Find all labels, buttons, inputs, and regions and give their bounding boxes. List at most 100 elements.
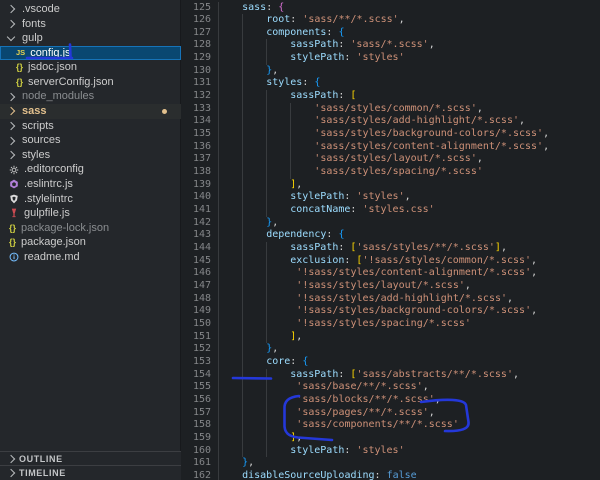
file-label: .stylelintrc xyxy=(24,192,73,205)
line-number: 159 xyxy=(192,432,211,444)
json-icon: {} xyxy=(16,62,24,73)
line-number: 140 xyxy=(192,191,211,203)
timeline-section-header[interactable]: TIMELINE xyxy=(0,465,181,480)
line-number: 160 xyxy=(192,444,211,456)
code-line-140[interactable]: stylePath: 'styles', xyxy=(218,191,600,205)
code-line-130[interactable]: }, xyxy=(218,64,600,78)
line-number: 146 xyxy=(192,267,211,279)
code-line-158[interactable]: 'sass/components/**/*.scss' xyxy=(218,419,600,433)
outline-section-header[interactable]: OUTLINE xyxy=(0,451,181,466)
file-label: config.js xyxy=(30,46,71,59)
sidebar-item-readme-md[interactable]: readme.md xyxy=(0,250,181,265)
sidebar-item-vscode-folder[interactable]: .vscode xyxy=(0,2,181,17)
line-number: 139 xyxy=(192,178,211,190)
code-line-161[interactable]: }, xyxy=(218,457,600,471)
gutter: 125 126 127 128 129 130 131 132 133 134 135 136 137 1… xyxy=(181,0,211,480)
line-number: 128 xyxy=(192,39,211,51)
sidebar-item-editorconfig[interactable]: .editorconfig xyxy=(0,162,181,177)
code-line-139[interactable]: ], xyxy=(218,178,600,192)
code-line-142[interactable]: }, xyxy=(218,216,600,230)
sidebar-item-gulp-folder[interactable]: gulp xyxy=(0,31,181,46)
code-line-145[interactable]: exclusion: ['!sass/styles/common/*.scss'… xyxy=(218,254,600,268)
json-icon: {} xyxy=(9,237,17,248)
sidebar-item-package-json[interactable]: {} package.json xyxy=(0,235,181,250)
code-line-138[interactable]: 'sass/styles/spacing/*.scss' xyxy=(218,166,600,179)
code-line-127[interactable]: components: { xyxy=(218,26,600,40)
code-line-154[interactable]: sassPath: ['sass/abstracts/**/*.scss', xyxy=(218,368,600,382)
sidebar-item-sources-folder[interactable]: sources xyxy=(0,133,181,148)
vscode-window: .vscode fonts gulp JS config.js{} jsdoc.json{… xyxy=(0,0,600,480)
sidebar-item-fonts-folder[interactable]: fonts xyxy=(0,17,181,32)
line-number: 133 xyxy=(192,102,211,114)
code-line-126[interactable]: root: 'sass/**/*.scss', xyxy=(218,14,600,27)
code-line-134[interactable]: 'sass/styles/add-highlight/*.scss', xyxy=(218,115,600,129)
git-modified-dot xyxy=(162,109,167,115)
json-icon: {} xyxy=(16,76,24,87)
code-line-155[interactable]: 'sass/base/**/*.scss', xyxy=(218,381,600,395)
code-line-129[interactable]: stylePath: 'styles' xyxy=(218,52,600,65)
line-number: 158 xyxy=(192,419,211,431)
code-line-162[interactable]: disableSourceUploading: false xyxy=(218,470,600,480)
line-number: 136 xyxy=(192,140,211,152)
sidebar-item-package-lock-json[interactable]: {} package-lock.json xyxy=(0,221,181,236)
chevron-right-icon xyxy=(6,454,16,464)
code-line-148[interactable]: '!sass/styles/add-highlight/*.scss', xyxy=(218,292,600,306)
code-line-159[interactable]: ], xyxy=(218,432,600,445)
line-number: 154 xyxy=(192,368,211,380)
line-number: 141 xyxy=(192,204,211,216)
code-area[interactable]: sass: {root: 'sass/**/*.scss', components… xyxy=(218,0,600,480)
line-number: 162 xyxy=(192,470,211,480)
code-line-157[interactable]: 'sass/pages/**/*.scss', xyxy=(218,406,600,420)
code-line-146[interactable]: '!sass/styles/content-alignment/*.scss', xyxy=(218,267,600,281)
code-line-147[interactable]: '!sass/styles/layout/*.scss', xyxy=(218,280,600,293)
code-line-133[interactable]: 'sass/styles/common/*.scss', xyxy=(218,102,600,116)
chevron-down-icon xyxy=(6,32,16,42)
code-line-131[interactable]: styles: { xyxy=(218,77,600,91)
file-label: gulp xyxy=(22,32,43,45)
sidebar-item-gulpfile-js[interactable]: gulpfile.js xyxy=(0,206,181,221)
line-number: 151 xyxy=(192,330,211,342)
line-number: 147 xyxy=(192,280,211,292)
line-number: 153 xyxy=(192,356,211,368)
sidebar-item-stylelintrc[interactable]: .stylelintrc xyxy=(0,192,181,207)
code-line-149[interactable]: '!sass/styles/background-colors/*.scss', xyxy=(218,305,600,319)
file-label: fonts xyxy=(22,17,46,30)
code-line-151[interactable]: ], xyxy=(218,330,600,344)
sidebar-item-config-js[interactable]: JS config.js xyxy=(0,45,181,61)
code-line-135[interactable]: 'sass/styles/background-colors/*.scss', xyxy=(218,128,600,141)
line-number: 143 xyxy=(192,229,211,241)
sidebar-item-eslintrc-js[interactable]: .eslintrc.js xyxy=(0,177,181,192)
line-number: 142 xyxy=(192,216,211,228)
file-label: package-lock.json xyxy=(21,221,110,234)
chevron-right-icon xyxy=(6,19,16,29)
code-line-150[interactable]: '!sass/styles/spacing/*.scss' xyxy=(218,318,600,331)
sidebar-item-jsdoc-json[interactable]: {} jsdoc.json xyxy=(0,60,181,75)
code-editor[interactable]: 125 126 127 128 129 130 131 132 133 134 135 136 137 1… xyxy=(181,0,600,480)
code-line-143[interactable]: dependency: { xyxy=(218,229,600,243)
code-line-136[interactable]: 'sass/styles/content-alignment/*.scss', xyxy=(218,140,600,154)
chevron-right-icon xyxy=(6,5,16,14)
sidebar-item-node-modules-folder[interactable]: node_modules xyxy=(0,89,181,104)
code-line-153[interactable]: core: { xyxy=(218,356,600,369)
sidebar-item-scripts-folder[interactable]: scripts xyxy=(0,119,181,134)
file-label: scripts xyxy=(22,119,54,132)
code-line-152[interactable]: }, xyxy=(218,343,600,357)
line-number: 144 xyxy=(192,242,211,254)
json-icon: {} xyxy=(9,222,17,233)
chevron-right-icon xyxy=(6,468,16,478)
code-line-144[interactable]: sassPath: ['sass/styles/**/*.scss'], xyxy=(218,242,600,255)
code-line-156[interactable]: 'sass/blocks/**/*.scss', xyxy=(218,394,600,407)
code-line-160[interactable]: stylePath: 'styles' xyxy=(218,444,600,458)
file-label: readme.md xyxy=(24,250,80,263)
code-line-125[interactable]: sass: { xyxy=(218,1,600,15)
file-label: styles xyxy=(22,148,51,161)
code-line-128[interactable]: sassPath: 'sass/*.scss', xyxy=(218,39,600,53)
sidebar-item-sass-folder[interactable]: sass xyxy=(0,104,181,119)
sidebar-item-serverconfig-json[interactable]: {} serverConfig.json xyxy=(0,75,181,90)
code-line-137[interactable]: 'sass/styles/layout/*.scss', xyxy=(218,153,600,167)
code-line-141[interactable]: concatName: 'styles.css' xyxy=(218,204,600,217)
code-line-132[interactable]: sassPath: [ xyxy=(218,90,600,103)
line-number: 130 xyxy=(192,64,211,76)
sidebar-item-styles-folder[interactable]: styles xyxy=(0,148,181,163)
file-explorer: .vscode fonts gulp JS config.js{} jsdoc.json{… xyxy=(0,0,181,480)
